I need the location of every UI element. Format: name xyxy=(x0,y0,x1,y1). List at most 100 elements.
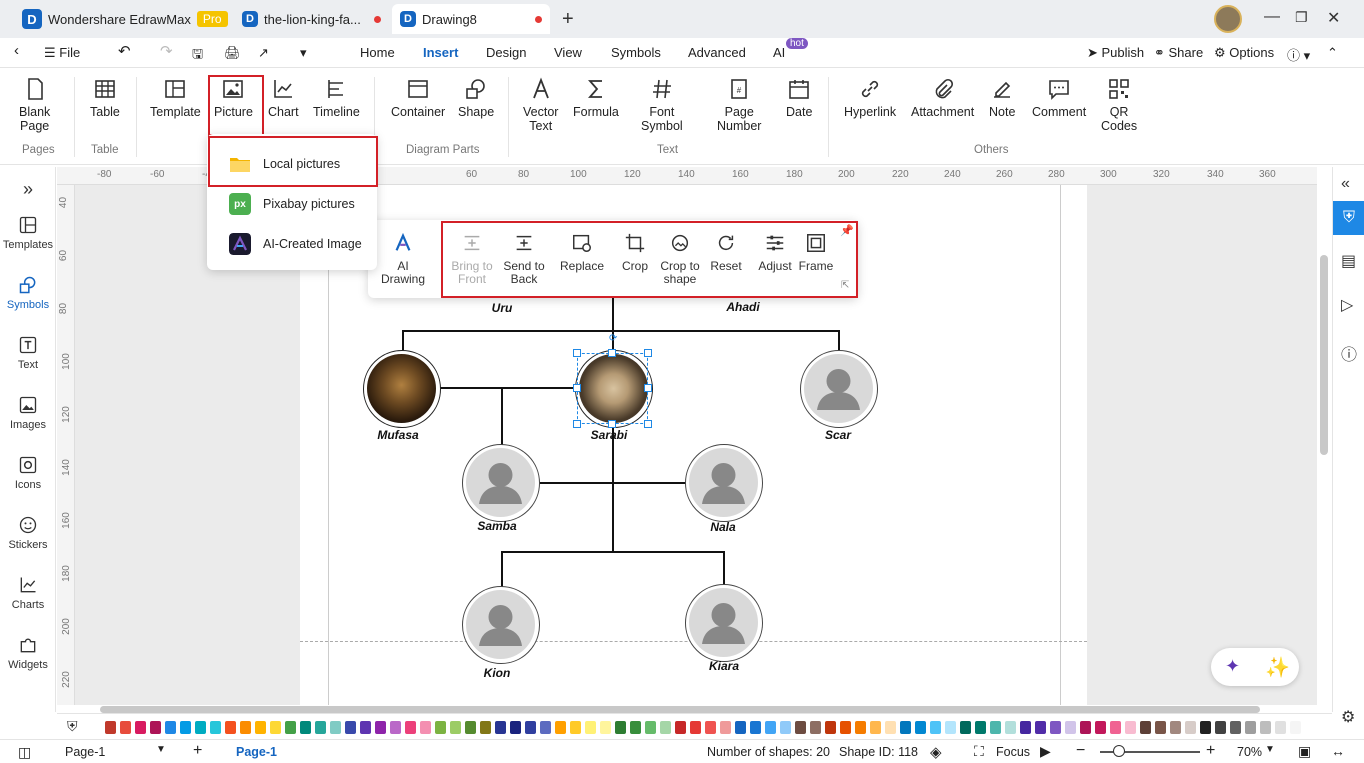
node-kion[interactable] xyxy=(462,586,540,664)
menu-symbols[interactable]: Symbols xyxy=(611,45,661,60)
formula-button[interactable]: Formula xyxy=(573,77,619,119)
note-button[interactable]: Note xyxy=(989,77,1015,119)
color-swatch[interactable] xyxy=(615,721,626,734)
menu-design[interactable]: Design xyxy=(486,45,526,60)
color-swatch[interactable] xyxy=(1020,721,1031,734)
color-swatch[interactable] xyxy=(285,721,296,734)
zoom-slider-thumb[interactable] xyxy=(1113,745,1125,757)
menu-insert[interactable]: Insert xyxy=(423,45,458,60)
color-swatch[interactable] xyxy=(945,721,956,734)
zoom-out-button[interactable]: − xyxy=(1076,742,1085,760)
options-button[interactable]: ⚙ Options xyxy=(1214,45,1274,61)
color-swatch[interactable] xyxy=(630,721,641,734)
sidebar-item-symbols[interactable]: Symbols xyxy=(0,275,56,311)
sidebar-item-stickers[interactable]: Stickers xyxy=(0,515,56,551)
chevron-down-icon[interactable]: ▼ xyxy=(1265,744,1275,755)
color-swatch[interactable] xyxy=(270,721,281,734)
color-swatch[interactable] xyxy=(120,721,131,734)
chevron-down-icon[interactable]: ▼ xyxy=(156,744,166,755)
settings-gear-icon[interactable]: ⚙ xyxy=(1341,707,1355,727)
save-icon[interactable]: 🖫 xyxy=(192,45,203,67)
node-nala[interactable] xyxy=(685,444,763,522)
attachment-button[interactable]: Attachment xyxy=(911,77,974,119)
sidebar-item-icons[interactable]: Icons xyxy=(0,455,56,491)
collapse-ribbon-icon[interactable]: ⌃ xyxy=(1327,45,1338,61)
color-swatch[interactable] xyxy=(1200,721,1211,734)
tab-lion-king[interactable]: D the-lion-king-fa... xyxy=(234,4,384,34)
color-swatch[interactable] xyxy=(300,721,311,734)
color-swatch[interactable] xyxy=(1065,721,1076,734)
color-swatch[interactable] xyxy=(180,721,191,734)
color-swatch[interactable] xyxy=(345,721,356,734)
color-swatch[interactable] xyxy=(585,721,596,734)
color-swatch[interactable] xyxy=(1005,721,1016,734)
zoom-level[interactable]: 70% xyxy=(1237,745,1262,759)
color-swatch[interactable] xyxy=(555,721,566,734)
undo-icon[interactable]: ↶ xyxy=(118,42,131,60)
focus-label[interactable]: Focus xyxy=(996,745,1030,759)
sidebar-item-text[interactable]: Text xyxy=(0,335,56,371)
page-tab[interactable]: Page-1 xyxy=(236,745,277,759)
menu-item-ai-created-image[interactable]: AI-Created Image xyxy=(207,226,377,262)
print-icon[interactable]: 🖨 xyxy=(224,45,241,61)
color-swatch[interactable] xyxy=(540,721,551,734)
color-swatch[interactable] xyxy=(750,721,761,734)
color-swatch[interactable] xyxy=(330,721,341,734)
color-swatch[interactable] xyxy=(690,721,701,734)
font-symbol-button[interactable]: Font Symbol xyxy=(641,77,683,133)
color-swatch[interactable] xyxy=(840,721,851,734)
color-swatch[interactable] xyxy=(1125,721,1136,734)
color-swatch[interactable] xyxy=(810,721,821,734)
node-scar[interactable] xyxy=(800,350,878,428)
color-swatch[interactable] xyxy=(975,721,986,734)
comment-button[interactable]: Comment xyxy=(1032,77,1086,119)
node-mufasa[interactable] xyxy=(363,350,441,428)
chart-button[interactable]: Chart xyxy=(268,77,299,119)
zoom-in-button[interactable]: + xyxy=(1206,742,1215,760)
color-swatch[interactable] xyxy=(600,721,611,734)
vertical-scrollbar[interactable] xyxy=(1320,255,1328,455)
color-swatch[interactable] xyxy=(105,721,116,734)
menu-home[interactable]: Home xyxy=(360,45,395,60)
fill-bucket-icon[interactable]: ⛨ xyxy=(1333,201,1364,235)
color-swatch[interactable] xyxy=(885,721,896,734)
color-swatch[interactable] xyxy=(930,721,941,734)
vector-text-button[interactable]: Vector Text xyxy=(523,77,558,133)
color-swatch[interactable] xyxy=(1050,721,1061,734)
fit-page-icon[interactable]: ▣ xyxy=(1298,743,1311,760)
color-swatch[interactable] xyxy=(165,721,176,734)
color-swatch[interactable] xyxy=(225,721,236,734)
hyperlink-button[interactable]: Hyperlink xyxy=(844,77,896,119)
table-button[interactable]: Table xyxy=(90,77,120,119)
minimize-icon[interactable]: — xyxy=(1264,8,1280,26)
color-swatch[interactable] xyxy=(825,721,836,734)
color-swatch[interactable] xyxy=(360,721,371,734)
back-icon[interactable]: ‹ xyxy=(14,42,19,59)
color-swatch[interactable] xyxy=(450,721,461,734)
fill-color-icon[interactable]: ⛨ xyxy=(67,718,78,735)
template-button[interactable]: Template xyxy=(150,77,201,119)
color-swatch[interactable] xyxy=(1290,721,1301,734)
color-swatch[interactable] xyxy=(510,721,521,734)
page-number-button[interactable]: # Page Number xyxy=(717,77,761,133)
node-samba[interactable] xyxy=(462,444,540,522)
color-swatch[interactable] xyxy=(645,721,656,734)
horizontal-scrollbar[interactable] xyxy=(100,706,1260,713)
menu-view[interactable]: View xyxy=(554,45,582,60)
publish-button[interactable]: ➤ Publish xyxy=(1087,45,1144,61)
color-swatch[interactable] xyxy=(240,721,251,734)
blank-page-button[interactable]: Blank Page xyxy=(19,77,50,133)
color-swatch[interactable] xyxy=(1110,721,1121,734)
color-swatch[interactable] xyxy=(570,721,581,734)
file-menu[interactable]: ☰ File xyxy=(44,45,80,61)
help-icon[interactable]: ⓘ ▾ xyxy=(1287,45,1310,64)
color-swatch[interactable] xyxy=(915,721,926,734)
help-circle-icon[interactable]: ⓘ xyxy=(1341,341,1357,365)
container-button[interactable]: Container xyxy=(391,77,445,119)
color-swatch[interactable] xyxy=(675,721,686,734)
color-swatch[interactable] xyxy=(1185,721,1196,734)
color-swatch[interactable] xyxy=(735,721,746,734)
maximize-icon[interactable]: ❐ xyxy=(1295,9,1308,26)
color-swatch[interactable] xyxy=(1245,721,1256,734)
sidebar-item-templates[interactable]: Templates xyxy=(0,215,56,251)
